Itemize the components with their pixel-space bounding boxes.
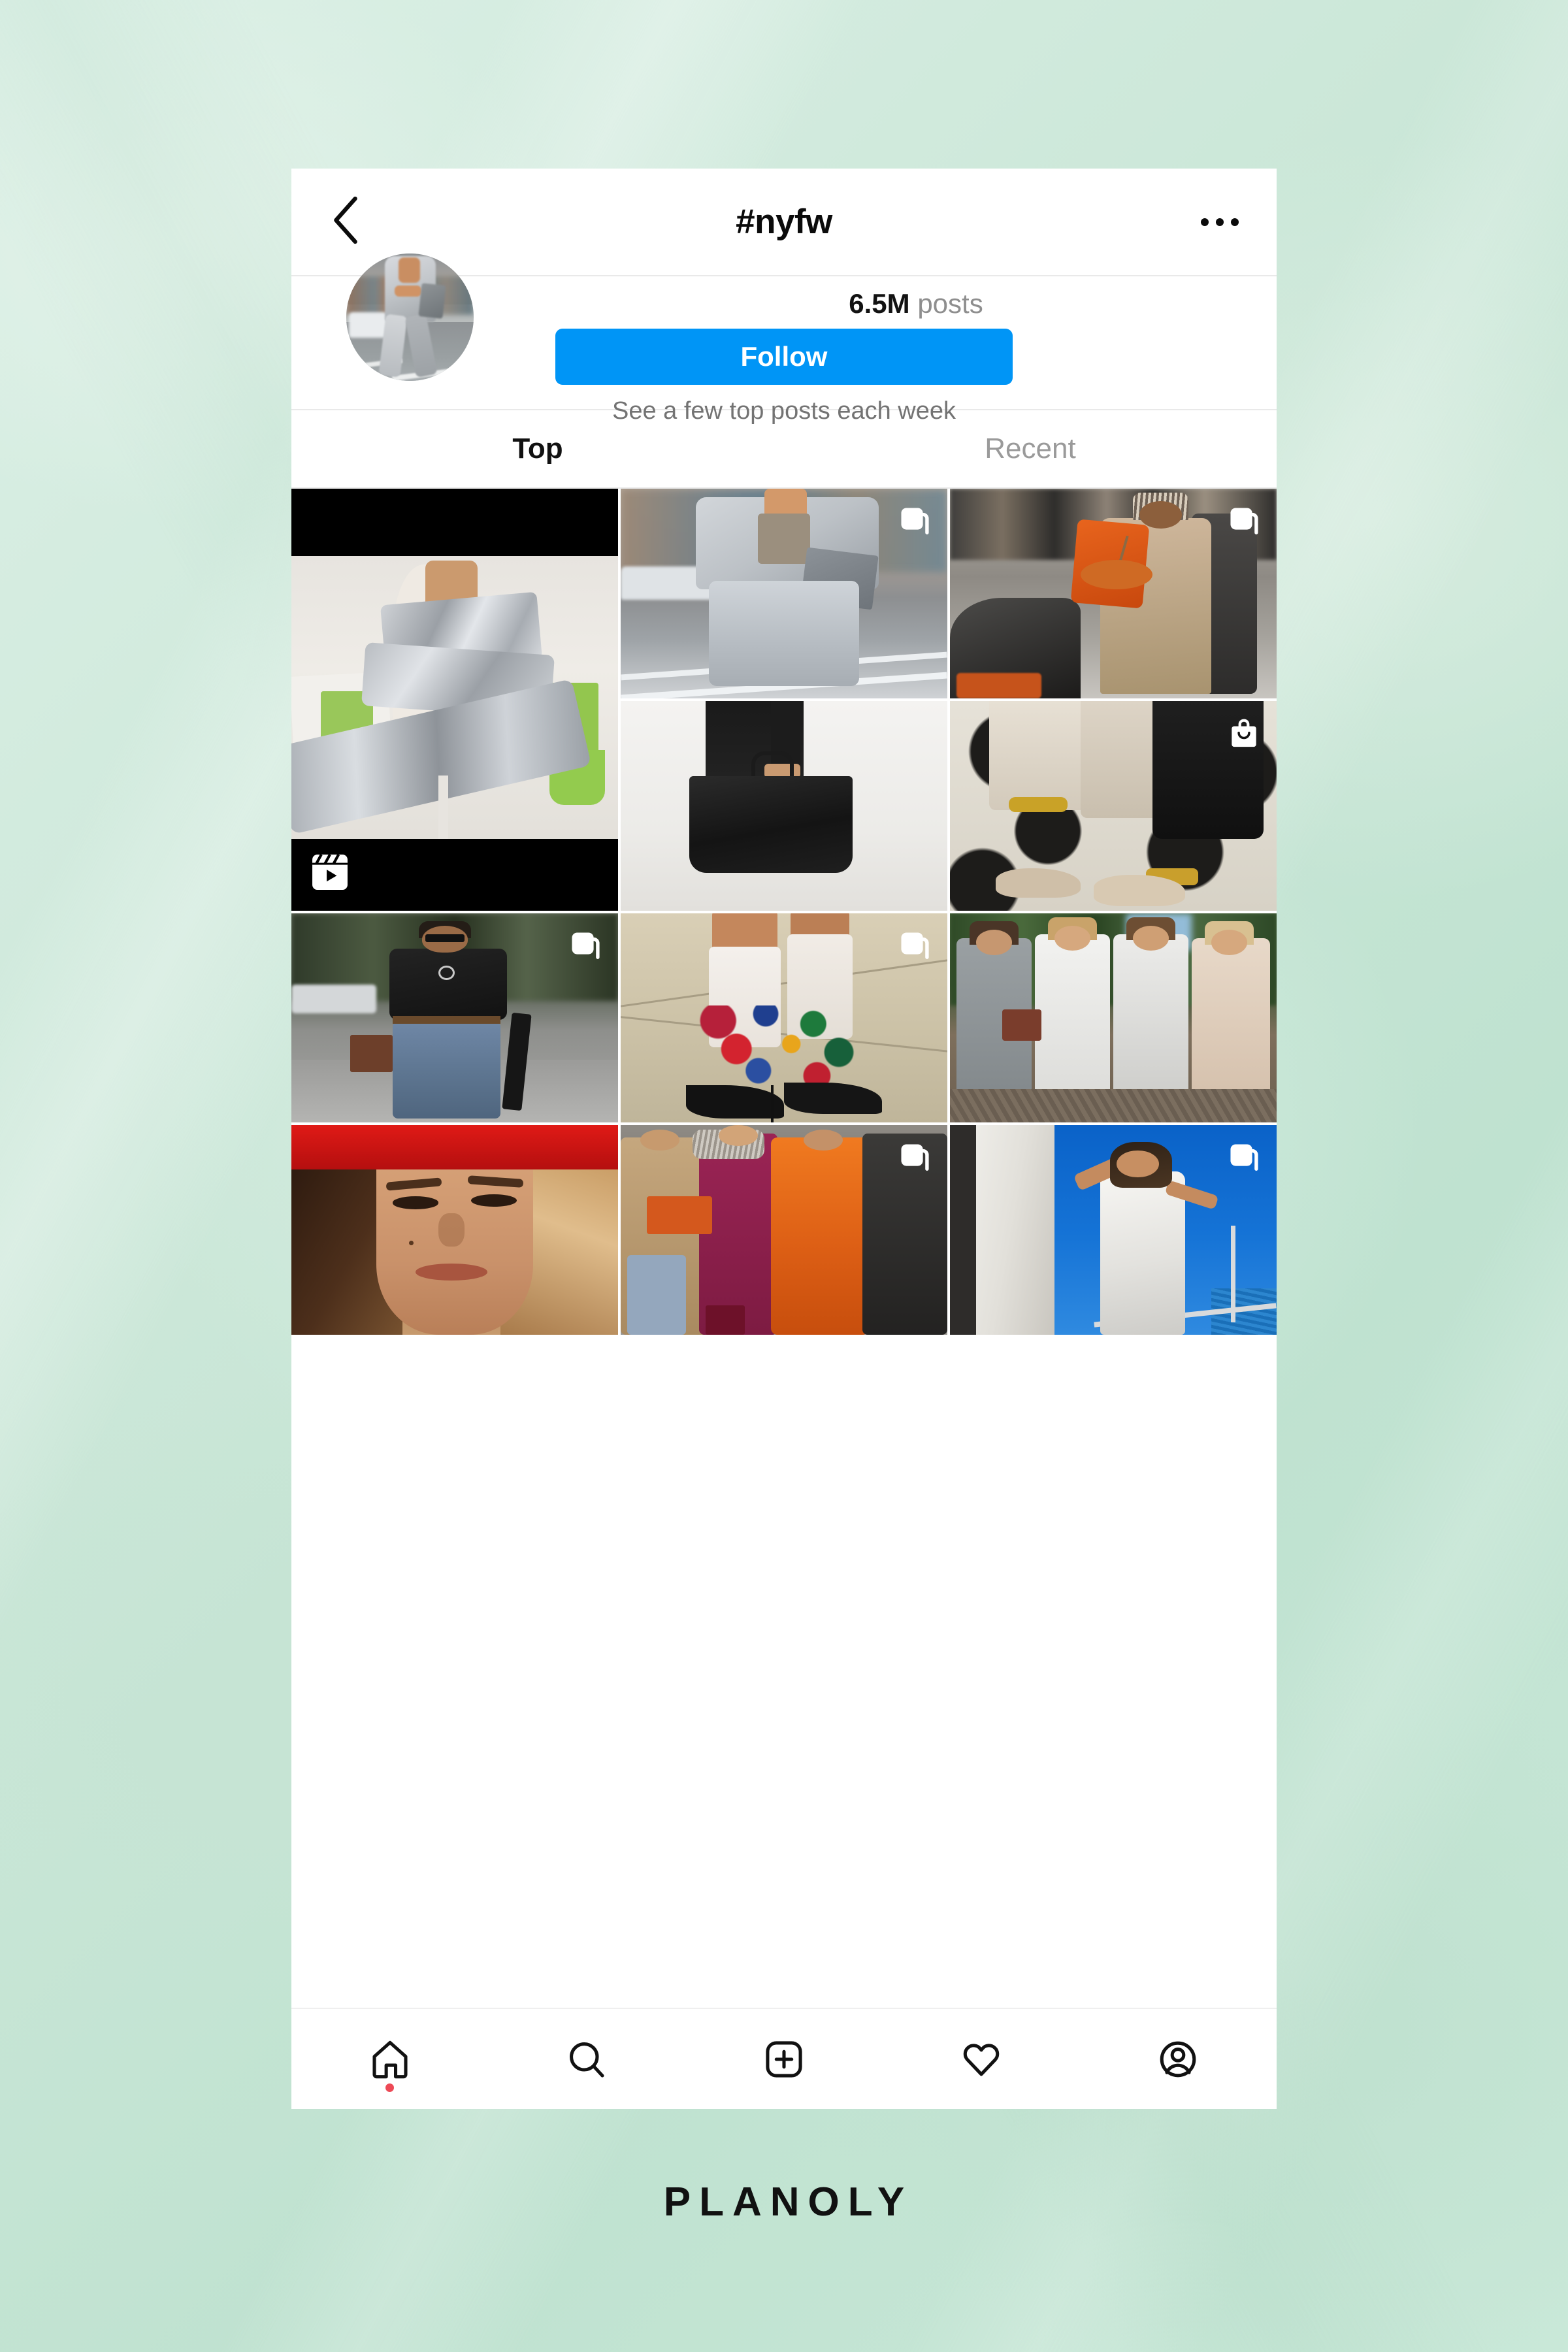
post-thumbnail: [621, 700, 947, 911]
nav-home[interactable]: [291, 2009, 489, 2109]
grid-tile-photo[interactable]: [621, 700, 947, 911]
grid-tile-carousel[interactable]: [621, 913, 947, 1123]
grid-tile-photo[interactable]: [950, 913, 1277, 1123]
back-button[interactable]: [316, 193, 375, 252]
post-thumbnail: [950, 1125, 1277, 1335]
page-title: #nyfw: [736, 203, 832, 241]
bottom-navigation-bar: [291, 2008, 1277, 2109]
hashtag-profile-section: 6.5M posts Follow See a few top posts ea…: [291, 253, 1277, 425]
more-options-icon: [1201, 218, 1209, 226]
posts-label: posts: [917, 288, 983, 319]
post-thumbnail: [621, 1125, 947, 1335]
grid-tile-reel[interactable]: [291, 489, 618, 911]
heart-icon: [960, 2038, 1002, 2080]
grid-tile-carousel[interactable]: [621, 489, 947, 698]
post-thumbnail: [291, 1125, 618, 1335]
grid-tile-carousel[interactable]: [950, 1125, 1277, 1335]
home-icon: [369, 2038, 411, 2080]
grid-tile-carousel[interactable]: [950, 489, 1277, 698]
grid-tile-photo[interactable]: [291, 1125, 618, 1335]
grid-tile-carousel[interactable]: [621, 1125, 947, 1335]
grid-tile-carousel[interactable]: [291, 913, 618, 1123]
nav-create[interactable]: [685, 2009, 883, 2109]
follow-button[interactable]: Follow: [555, 329, 1013, 385]
phone-mockup: #nyfw 6.5M posts Follow See a few top po…: [291, 169, 1277, 2109]
add-post-icon: [763, 2038, 805, 2080]
more-options-button[interactable]: [1194, 203, 1245, 242]
post-thumbnail: [621, 489, 947, 698]
posts-count-line: 6.5M posts: [555, 288, 1277, 319]
profile-icon: [1157, 2038, 1199, 2080]
nav-search[interactable]: [489, 2009, 686, 2109]
post-thumbnail: [621, 913, 947, 1123]
brand-wordmark: PLANOLY: [663, 2180, 913, 2225]
post-thumbnail: [291, 913, 618, 1123]
post-thumbnail: [950, 489, 1277, 698]
post-thumbnail: [950, 913, 1277, 1123]
follow-subtitle: See a few top posts each week: [612, 397, 956, 425]
avatar: [346, 253, 474, 381]
posts-count: 6.5M: [849, 288, 910, 319]
post-thumbnail: [291, 489, 618, 911]
post-thumbnail: [950, 700, 1277, 911]
notification-dot: [385, 2083, 395, 2092]
grid-tile-shopping[interactable]: [950, 700, 1277, 911]
nav-profile[interactable]: [1079, 2009, 1277, 2109]
chevron-left-icon: [331, 196, 360, 248]
photo-grid: [291, 489, 1277, 1335]
nav-activity[interactable]: [883, 2009, 1080, 2109]
search-icon: [566, 2038, 608, 2080]
